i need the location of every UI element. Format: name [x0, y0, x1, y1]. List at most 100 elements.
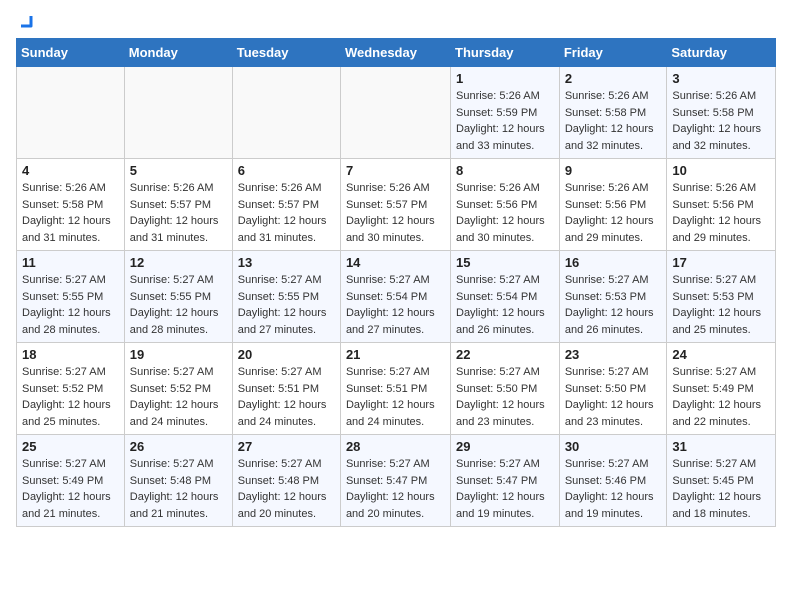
- calendar-cell: 13 Sunrise: 5:27 AM Sunset: 5:55 PM Dayli…: [232, 251, 340, 343]
- day-number: 22: [456, 347, 554, 362]
- day-number: 23: [565, 347, 662, 362]
- day-number: 3: [672, 71, 770, 86]
- day-number: 26: [130, 439, 227, 454]
- calendar-week-1: 1Sunrise: 5:26 AM Sunset: 5:59 PM Daylig…: [17, 67, 776, 159]
- day-info: Sunrise: 5:27 AM Sunset: 5:53 PM Dayligh…: [672, 272, 770, 338]
- calendar-cell: [340, 67, 450, 159]
- page-header: [16, 16, 776, 26]
- day-info: Sunrise: 5:27 AM Sunset: 5:54 PM Dayligh…: [346, 272, 445, 338]
- calendar-cell: 18Sunrise: 5:27 AM Sunset: 5:52 PM Dayli…: [17, 343, 125, 435]
- calendar-cell: 29 Sunrise: 5:27 AM Sunset: 5:47 PM Dayli…: [451, 435, 560, 527]
- day-number: 29: [456, 439, 554, 454]
- calendar-cell: 22 Sunrise: 5:27 AM Sunset: 5:50 PM Dayli…: [451, 343, 560, 435]
- day-number: 9: [565, 163, 662, 178]
- day-number: 21: [346, 347, 445, 362]
- calendar-cell: 1Sunrise: 5:26 AM Sunset: 5:59 PM Daylig…: [451, 67, 560, 159]
- day-info: Sunrise: 5:27 AM Sunset: 5:45 PM Dayligh…: [672, 456, 770, 522]
- day-info: Sunrise: 5:26 AM Sunset: 5:57 PM Dayligh…: [238, 180, 335, 246]
- day-number: 6: [238, 163, 335, 178]
- day-number: 20: [238, 347, 335, 362]
- day-info: Sunrise: 5:27 AM Sunset: 5:49 PM Dayligh…: [22, 456, 119, 522]
- calendar-cell: 21 Sunrise: 5:27 AM Sunset: 5:51 PM Dayli…: [340, 343, 450, 435]
- col-saturday: Saturday: [667, 39, 776, 67]
- logo-arrow-icon: [17, 12, 35, 30]
- calendar-cell: 23 Sunrise: 5:27 AM Sunset: 5:50 PM Dayli…: [559, 343, 667, 435]
- day-number: 5: [130, 163, 227, 178]
- calendar-cell: 3 Sunrise: 5:26 AM Sunset: 5:58 PM Daylig…: [667, 67, 776, 159]
- calendar-cell: 30 Sunrise: 5:27 AM Sunset: 5:46 PM Dayli…: [559, 435, 667, 527]
- calendar-cell: 28 Sunrise: 5:27 AM Sunset: 5:47 PM Dayli…: [340, 435, 450, 527]
- calendar-cell: [124, 67, 232, 159]
- day-info: Sunrise: 5:27 AM Sunset: 5:55 PM Dayligh…: [238, 272, 335, 338]
- day-info: Sunrise: 5:26 AM Sunset: 5:58 PM Dayligh…: [22, 180, 119, 246]
- day-info: Sunrise: 5:27 AM Sunset: 5:52 PM Dayligh…: [130, 364, 227, 430]
- calendar-body: 1Sunrise: 5:26 AM Sunset: 5:59 PM Daylig…: [17, 67, 776, 527]
- col-tuesday: Tuesday: [232, 39, 340, 67]
- day-info: Sunrise: 5:27 AM Sunset: 5:50 PM Dayligh…: [565, 364, 662, 430]
- calendar-cell: 10 Sunrise: 5:26 AM Sunset: 5:56 PM Dayli…: [667, 159, 776, 251]
- calendar-cell: 26Sunrise: 5:27 AM Sunset: 5:48 PM Dayli…: [124, 435, 232, 527]
- day-info: Sunrise: 5:27 AM Sunset: 5:51 PM Dayligh…: [238, 364, 335, 430]
- day-number: 24: [672, 347, 770, 362]
- day-number: 16: [565, 255, 662, 270]
- day-info: Sunrise: 5:27 AM Sunset: 5:47 PM Dayligh…: [456, 456, 554, 522]
- calendar-cell: 19Sunrise: 5:27 AM Sunset: 5:52 PM Dayli…: [124, 343, 232, 435]
- day-info: Sunrise: 5:26 AM Sunset: 5:56 PM Dayligh…: [456, 180, 554, 246]
- day-number: 11: [22, 255, 119, 270]
- calendar-cell: 4 Sunrise: 5:26 AM Sunset: 5:58 PM Daylig…: [17, 159, 125, 251]
- day-number: 25: [22, 439, 119, 454]
- day-number: 15: [456, 255, 554, 270]
- day-info: Sunrise: 5:26 AM Sunset: 5:58 PM Dayligh…: [672, 88, 770, 154]
- calendar-cell: 9 Sunrise: 5:26 AM Sunset: 5:56 PM Daylig…: [559, 159, 667, 251]
- day-info: Sunrise: 5:27 AM Sunset: 5:51 PM Dayligh…: [346, 364, 445, 430]
- day-info: Sunrise: 5:27 AM Sunset: 5:54 PM Dayligh…: [456, 272, 554, 338]
- calendar-cell: 15 Sunrise: 5:27 AM Sunset: 5:54 PM Dayli…: [451, 251, 560, 343]
- day-info: Sunrise: 5:27 AM Sunset: 5:50 PM Dayligh…: [456, 364, 554, 430]
- day-number: 2: [565, 71, 662, 86]
- calendar-header: Sunday Monday Tuesday Wednesday Thursday…: [17, 39, 776, 67]
- day-number: 7: [346, 163, 445, 178]
- day-number: 31: [672, 439, 770, 454]
- calendar-week-4: 18 Sunrise: 5:27 AM Sunset: 5:52 PM Dayli…: [17, 343, 776, 435]
- day-number: 18: [22, 347, 119, 362]
- calendar-cell: 24 Sunrise: 5:27 AM Sunset: 5:49 PM Dayli…: [667, 343, 776, 435]
- day-info: Sunrise: 5:27 AM Sunset: 5:53 PM Dayligh…: [565, 272, 662, 338]
- day-number: 13: [238, 255, 335, 270]
- col-monday: Monday: [124, 39, 232, 67]
- calendar-week-3: 11 Sunrise: 5:27 AM Sunset: 5:55 PM Dayli…: [17, 251, 776, 343]
- day-number: 30: [565, 439, 662, 454]
- day-info: Sunrise: 5:26 AM Sunset: 5:56 PM Dayligh…: [565, 180, 662, 246]
- calendar-cell: 25 Sunrise: 5:27 AM Sunset: 5:49 PM Dayli…: [17, 435, 125, 527]
- calendar-cell: 20 Sunrise: 5:27 AM Sunset: 5:51 PM Dayli…: [232, 343, 340, 435]
- calendar-cell: 7 Sunrise: 5:26 AM Sunset: 5:57 PM Daylig…: [340, 159, 450, 251]
- calendar-cell: [232, 67, 340, 159]
- col-wednesday: Wednesday: [340, 39, 450, 67]
- col-sunday: Sunday: [17, 39, 125, 67]
- calendar-week-5: 25 Sunrise: 5:27 AM Sunset: 5:49 PM Dayli…: [17, 435, 776, 527]
- calendar-week-2: 4 Sunrise: 5:26 AM Sunset: 5:58 PM Daylig…: [17, 159, 776, 251]
- calendar-cell: 16 Sunrise: 5:27 AM Sunset: 5:53 PM Dayli…: [559, 251, 667, 343]
- day-number: 28: [346, 439, 445, 454]
- day-number: 17: [672, 255, 770, 270]
- day-number: 1: [456, 71, 554, 86]
- day-number: 10: [672, 163, 770, 178]
- calendar-cell: 6 Sunrise: 5:26 AM Sunset: 5:57 PM Daylig…: [232, 159, 340, 251]
- calendar-cell: 11 Sunrise: 5:27 AM Sunset: 5:55 PM Dayli…: [17, 251, 125, 343]
- day-number: 14: [346, 255, 445, 270]
- day-number: 4: [22, 163, 119, 178]
- col-thursday: Thursday: [451, 39, 560, 67]
- calendar-cell: 17 Sunrise: 5:27 AM Sunset: 5:53 PM Dayli…: [667, 251, 776, 343]
- day-info: Sunrise: 5:27 AM Sunset: 5:55 PM Dayligh…: [130, 272, 227, 338]
- calendar-cell: 8Sunrise: 5:26 AM Sunset: 5:56 PM Daylig…: [451, 159, 560, 251]
- day-info: Sunrise: 5:26 AM Sunset: 5:57 PM Dayligh…: [346, 180, 445, 246]
- day-info: Sunrise: 5:27 AM Sunset: 5:55 PM Dayligh…: [22, 272, 119, 338]
- calendar-table: Sunday Monday Tuesday Wednesday Thursday…: [16, 38, 776, 527]
- day-info: Sunrise: 5:27 AM Sunset: 5:46 PM Dayligh…: [565, 456, 662, 522]
- calendar-cell: 27Sunrise: 5:27 AM Sunset: 5:48 PM Dayli…: [232, 435, 340, 527]
- day-info: Sunrise: 5:27 AM Sunset: 5:49 PM Dayligh…: [672, 364, 770, 430]
- day-info: Sunrise: 5:26 AM Sunset: 5:56 PM Dayligh…: [672, 180, 770, 246]
- day-info: Sunrise: 5:27 AM Sunset: 5:47 PM Dayligh…: [346, 456, 445, 522]
- calendar-cell: 14 Sunrise: 5:27 AM Sunset: 5:54 PM Dayli…: [340, 251, 450, 343]
- day-info: Sunrise: 5:27 AM Sunset: 5:48 PM Dayligh…: [238, 456, 335, 522]
- calendar-cell: 31 Sunrise: 5:27 AM Sunset: 5:45 PM Dayli…: [667, 435, 776, 527]
